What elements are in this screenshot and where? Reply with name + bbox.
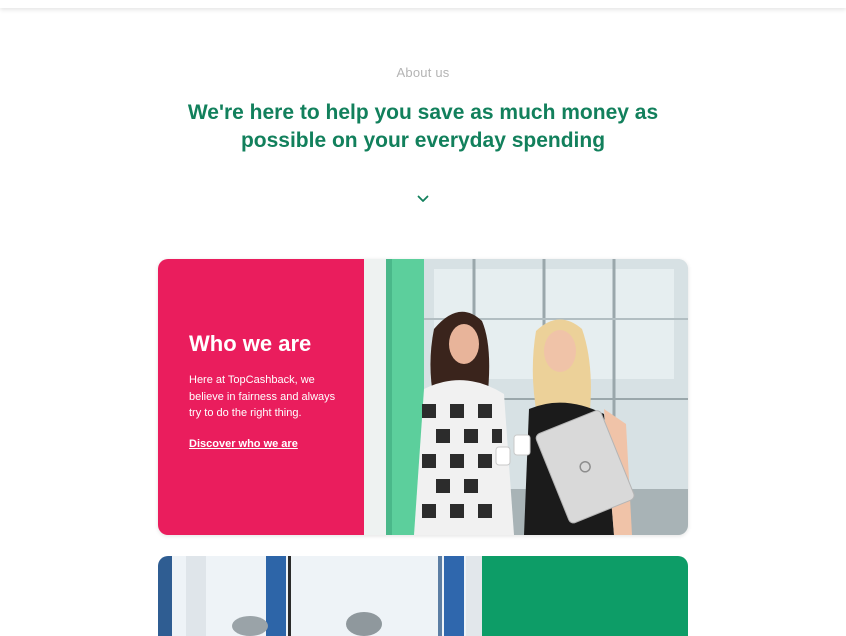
site-header-bar [0, 0, 846, 8]
chevron-down-icon[interactable] [416, 192, 430, 206]
section-eyebrow: About us [396, 65, 450, 80]
discover-who-we-are-link[interactable]: Discover who we are [189, 438, 298, 450]
next-card [158, 556, 688, 636]
office-people-photo [158, 556, 482, 636]
card-title: Who we are [189, 331, 312, 356]
who-we-are-panel: Who we are Here at TopCashback, we belie… [158, 259, 364, 535]
next-card-panel [482, 556, 688, 636]
card-description: Here at TopCashback, we believe in fairn… [189, 374, 336, 419]
two-women-talking-photo [364, 259, 688, 535]
who-we-are-card: Who we are Here at TopCashback, we belie… [158, 259, 688, 535]
section-headline: We're here to help you save as much mone… [187, 101, 659, 152]
